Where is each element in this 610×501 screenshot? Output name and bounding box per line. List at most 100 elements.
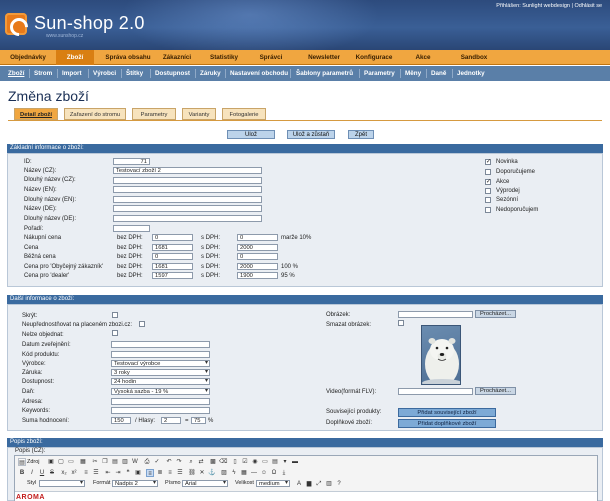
- div-container-icon[interactable]: ▣: [134, 469, 142, 477]
- outdent-icon[interactable]: ⇤: [104, 469, 112, 477]
- submenu-zbozi[interactable]: Zboží: [8, 66, 24, 81]
- bullet-list-icon[interactable]: ☰: [92, 469, 100, 477]
- checkbox-icon[interactable]: ☑: [241, 458, 249, 466]
- tab-parametry[interactable]: Parametry: [132, 108, 176, 120]
- menu-konfigurace[interactable]: Konfigurace: [350, 50, 398, 65]
- product-code-input[interactable]: [111, 351, 210, 358]
- italic-icon[interactable]: I: [28, 469, 36, 477]
- flag-akce-checkbox[interactable]: [485, 178, 491, 185]
- price-purchase-gross-input[interactable]: 0: [237, 234, 278, 241]
- long-name-cz-input[interactable]: [113, 177, 262, 184]
- submenu-zaruky[interactable]: Záruky: [200, 66, 221, 81]
- form-icon[interactable]: ▯: [231, 458, 239, 466]
- spellcheck-icon[interactable]: ✓: [153, 458, 161, 466]
- availability-select[interactable]: 24 hodin: [111, 378, 210, 385]
- rating-sum-input[interactable]: 150: [111, 417, 131, 424]
- undo-icon[interactable]: ↶: [165, 458, 173, 466]
- price-gross-input[interactable]: 2000: [237, 244, 278, 251]
- submenu-jednotky[interactable]: Jednotky: [457, 66, 485, 81]
- underline-icon[interactable]: U: [38, 469, 46, 477]
- preview-icon[interactable]: ▭: [67, 458, 75, 466]
- menu-spravci[interactable]: Správci: [254, 50, 288, 65]
- redo-icon[interactable]: ↷: [175, 458, 183, 466]
- submenu-import[interactable]: Import: [62, 66, 82, 81]
- paste-text-icon[interactable]: ▥: [121, 458, 129, 466]
- unlink-icon[interactable]: ✕: [198, 469, 206, 477]
- price-dealer-net-input[interactable]: 1597: [152, 272, 193, 279]
- format-select[interactable]: Nadpis 2: [112, 480, 158, 487]
- price-regular-net-input[interactable]: 0: [152, 253, 193, 260]
- button-field-icon[interactable]: ▬: [291, 458, 299, 466]
- find-icon[interactable]: ⌕: [187, 458, 195, 466]
- logout-link[interactable]: Odhlásit se: [574, 3, 602, 9]
- flag-vyprodej-checkbox[interactable]: [485, 188, 491, 194]
- menu-objednavky[interactable]: Objednávky: [4, 50, 52, 65]
- remove-format-icon[interactable]: ⌫: [219, 458, 227, 466]
- sun-logo-icon[interactable]: [5, 13, 27, 35]
- menu-zakaznici[interactable]: Zákazníci: [158, 50, 196, 65]
- blockquote-icon[interactable]: ❝: [124, 469, 132, 477]
- publish-date-input[interactable]: [111, 341, 210, 348]
- address-input[interactable]: [111, 398, 210, 405]
- video-file-input[interactable]: [398, 388, 473, 395]
- subscript-icon[interactable]: x₂: [60, 469, 68, 477]
- source-button-label[interactable]: Zdroj: [27, 459, 40, 465]
- menu-newsletter[interactable]: Newsletter: [300, 50, 348, 65]
- submenu-vyrobci[interactable]: Výrobci: [93, 66, 116, 81]
- select-field-icon[interactable]: ▾: [281, 458, 289, 466]
- align-left-icon[interactable]: ≡: [146, 469, 154, 477]
- name-de-input[interactable]: [113, 205, 262, 212]
- flag-novinka-checkbox[interactable]: [485, 158, 491, 165]
- flash-icon[interactable]: ϟ: [230, 469, 238, 477]
- submenu-nastaveni-obchodu[interactable]: Nastavení obchodu: [230, 66, 288, 81]
- price-regular-gross-input[interactable]: 0: [237, 253, 278, 260]
- no-priority-checkbox[interactable]: [139, 321, 145, 327]
- keywords-input[interactable]: [111, 407, 210, 414]
- paste-icon[interactable]: ▤: [111, 458, 119, 466]
- cannot-order-checkbox[interactable]: [112, 330, 118, 336]
- bold-icon[interactable]: B: [18, 469, 26, 477]
- submenu-meny[interactable]: Měny: [405, 66, 421, 81]
- order-input[interactable]: [113, 225, 150, 232]
- add-related-products-button[interactable]: Přidat související zboží: [398, 408, 496, 417]
- menu-statistiky[interactable]: Statistiky: [204, 50, 244, 65]
- warranty-select[interactable]: 3 roky: [111, 369, 210, 376]
- submenu-sablony-parametru[interactable]: Šablony parametrů: [296, 66, 353, 81]
- save-button[interactable]: Ulož: [227, 130, 275, 139]
- tab-zarazeni-do-stromu[interactable]: Zařazení do stromu: [64, 108, 126, 120]
- price-net-input[interactable]: 1681: [152, 244, 193, 251]
- save-doc-icon[interactable]: ▣: [47, 458, 55, 466]
- editor-content-area[interactable]: [15, 491, 597, 501]
- name-en-input[interactable]: [113, 186, 262, 193]
- image-file-input[interactable]: [398, 311, 473, 318]
- price-customer-net-input[interactable]: 1681: [152, 263, 193, 270]
- smiley-icon[interactable]: ☺: [260, 469, 268, 477]
- radio-icon[interactable]: ◉: [251, 458, 259, 466]
- page-break-icon[interactable]: ⤓: [280, 469, 288, 477]
- manufacturer-select[interactable]: Testovací výrobce: [111, 360, 210, 367]
- text-color-icon[interactable]: A: [295, 480, 303, 488]
- indent-icon[interactable]: ⇥: [114, 469, 122, 477]
- paste-word-icon[interactable]: W: [131, 458, 139, 466]
- copy-icon[interactable]: ❐: [101, 458, 109, 466]
- align-right-icon[interactable]: ≡: [166, 469, 174, 477]
- hide-checkbox[interactable]: [112, 312, 118, 318]
- back-button[interactable]: Zpět: [348, 130, 374, 139]
- new-page-icon[interactable]: ▢: [57, 458, 65, 466]
- long-name-en-input[interactable]: [113, 196, 262, 203]
- tab-detail-zbozi[interactable]: Detail zboží: [14, 108, 58, 120]
- image-icon[interactable]: ▨: [220, 469, 228, 477]
- tax-select[interactable]: Vysoká sazba - 19 %: [111, 388, 210, 395]
- superscript-icon[interactable]: x²: [70, 469, 78, 477]
- price-customer-gross-input[interactable]: 2000: [237, 263, 278, 270]
- font-select[interactable]: Arial: [182, 480, 228, 487]
- about-icon[interactable]: ?: [335, 480, 343, 488]
- name-cz-input[interactable]: Testovací zboží 2: [113, 167, 262, 174]
- price-dealer-gross-input[interactable]: 1900: [237, 272, 278, 279]
- price-purchase-net-input[interactable]: 0: [152, 234, 193, 241]
- replace-icon[interactable]: ⇄: [197, 458, 205, 466]
- video-browse-button[interactable]: Procházet...: [475, 387, 516, 395]
- maximize-icon[interactable]: ⤢: [315, 480, 323, 488]
- long-name-de-input[interactable]: [113, 215, 262, 222]
- tab-fotogalerie[interactable]: Fotogalerie: [222, 108, 266, 120]
